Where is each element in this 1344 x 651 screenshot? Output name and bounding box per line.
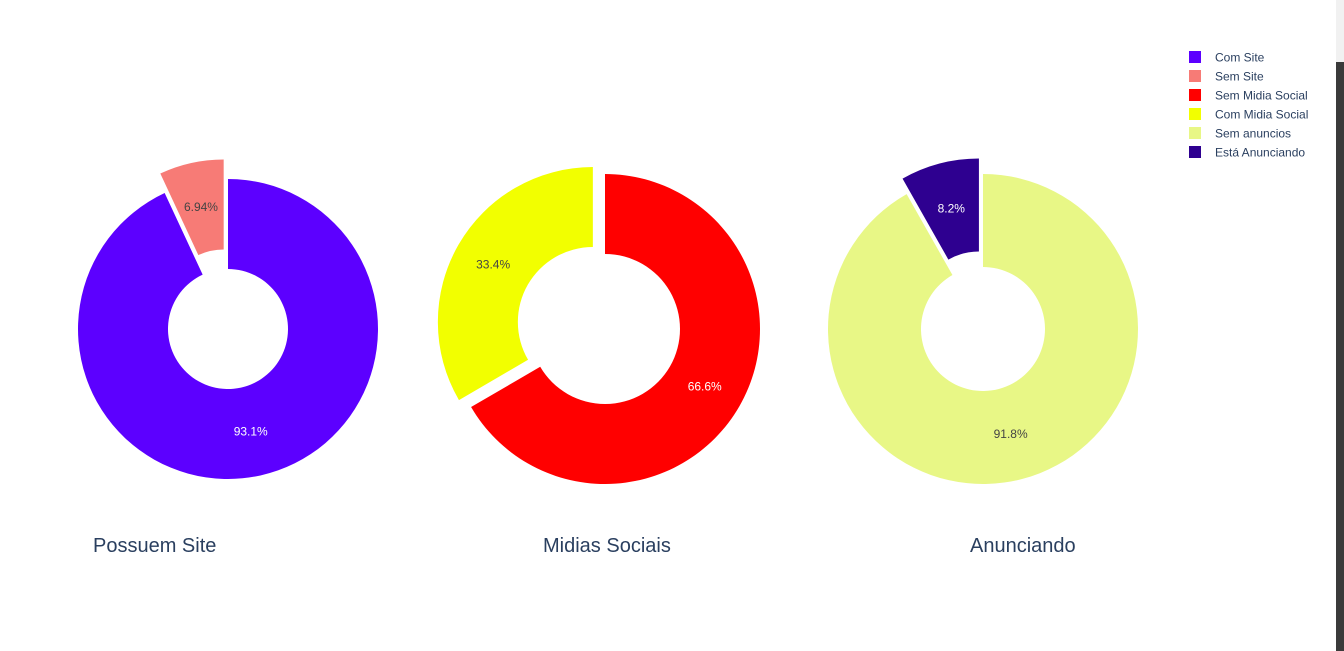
legend-swatch (1189, 89, 1201, 101)
chart-title-1: Possuem Site (93, 535, 216, 557)
donut-3: 91.8% 8.2% Anunciando (827, 158, 1138, 557)
legend-swatch (1189, 127, 1201, 139)
slice-label-1-2: 6.94% (184, 200, 218, 214)
legend-item[interactable]: Sem anuncios (1189, 127, 1291, 141)
legend-label: Com Midia Social (1215, 108, 1308, 122)
legend-item[interactable]: Está Anunciando (1189, 146, 1305, 160)
legend-item[interactable]: Com Midia Social (1189, 108, 1308, 122)
legend-label: Com Site (1215, 51, 1265, 65)
legend-swatch (1189, 108, 1201, 120)
slice-label-3-1: 91.8% (994, 427, 1028, 441)
legend-swatch (1189, 70, 1201, 82)
legend-swatch (1189, 51, 1201, 63)
legend-swatch (1189, 146, 1201, 158)
slice-1-1[interactable] (77, 179, 378, 479)
legend-label: Sem Site (1215, 70, 1264, 84)
donut-1: 93.1% 6.94% Possuem Site (77, 159, 378, 557)
chart-title-3: Anunciando (970, 535, 1076, 557)
chart-title-2: Midias Sociais (543, 535, 671, 557)
donut-2: 66.6% 33.4% Midias Sociais (437, 167, 760, 557)
donut-charts: 93.1% 6.94% Possuem Site 66.6% 33.4% Midias S… (77, 51, 1308, 557)
slice-2-2[interactable] (437, 167, 593, 401)
legend-item[interactable]: Com Site (1189, 51, 1265, 65)
legend-label: Sem anuncios (1215, 127, 1291, 141)
slice-label-2-1: 66.6% (688, 379, 722, 393)
slice-3-1[interactable] (827, 173, 1138, 484)
legend-label: Sem Midia Social (1215, 89, 1308, 103)
scrollbar-thumb[interactable] (1336, 62, 1344, 651)
slice-label-1-1: 93.1% (234, 425, 268, 439)
legend-item[interactable]: Sem Site (1189, 70, 1264, 84)
legend-item[interactable]: Sem Midia Social (1189, 89, 1308, 103)
legend-label: Está Anunciando (1215, 146, 1305, 160)
slice-label-2-2: 33.4% (476, 258, 510, 272)
slice-label-3-2: 8.2% (938, 202, 966, 216)
legend: Com Site Sem Site Sem Midia Social Com Midi… (1189, 51, 1308, 160)
